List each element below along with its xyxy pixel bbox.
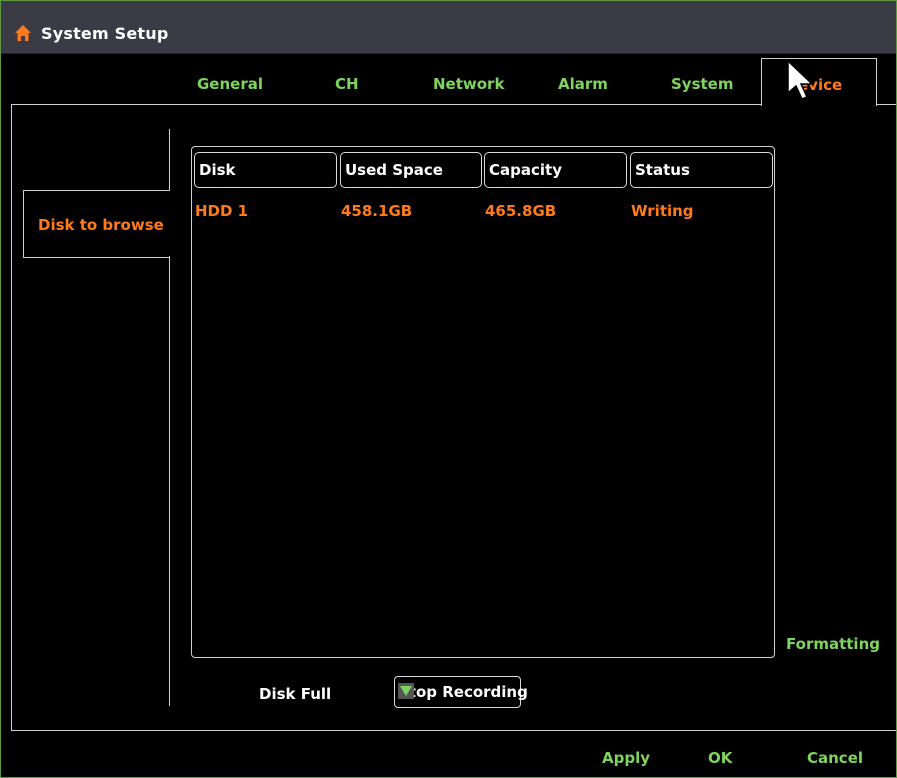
column-header-label: Disk: [199, 161, 236, 179]
tab-network[interactable]: Network: [433, 75, 504, 93]
column-header-status[interactable]: Status: [630, 152, 773, 188]
column-header-capacity[interactable]: Capacity: [484, 152, 627, 188]
tab-general[interactable]: General: [197, 75, 263, 93]
sidebar-item-disk-to-browse[interactable]: Disk to browse: [23, 190, 170, 258]
tab-device[interactable]: evice: [761, 58, 877, 106]
sidebar-divider-bottom: [169, 256, 170, 706]
tab-alarm[interactable]: Alarm: [558, 75, 608, 93]
tab-system[interactable]: System: [671, 75, 733, 93]
disk-full-label: Disk Full: [259, 685, 332, 703]
disk-table: Disk Used Space Capacity Status HDD 1 45…: [191, 146, 775, 658]
column-header-label: Status: [635, 161, 690, 179]
mouse-cursor-icon: [786, 59, 816, 103]
home-icon: [14, 24, 32, 42]
sidebar-item-label: Disk to browse: [38, 216, 164, 234]
disk-full-select-value: Stop Recording: [398, 683, 528, 701]
apply-button[interactable]: Apply: [602, 749, 650, 767]
cell-status: Writing: [631, 202, 694, 220]
column-header-label: Used Space: [345, 161, 443, 179]
cell-disk: HDD 1: [195, 202, 249, 220]
chevron-down-icon[interactable]: [398, 683, 414, 699]
column-header-label: Capacity: [489, 161, 562, 179]
disk-full-select[interactable]: Stop Recording: [394, 676, 528, 708]
title-bar: System Setup: [1, 1, 896, 54]
cell-used-space: 458.1GB: [341, 202, 413, 220]
system-setup-window: System Setup General CH Network Alarm Sy…: [0, 0, 897, 778]
ok-button[interactable]: OK: [708, 749, 732, 767]
column-header-used-space[interactable]: Used Space: [340, 152, 482, 188]
tab-ch[interactable]: CH: [335, 75, 359, 93]
sidebar-divider-top: [169, 129, 170, 191]
cancel-button[interactable]: Cancel: [807, 749, 863, 767]
column-header-disk[interactable]: Disk: [194, 152, 337, 188]
formatting-button[interactable]: Formatting: [786, 635, 880, 653]
cell-capacity: 465.8GB: [485, 202, 557, 220]
window-title: System Setup: [41, 24, 169, 43]
